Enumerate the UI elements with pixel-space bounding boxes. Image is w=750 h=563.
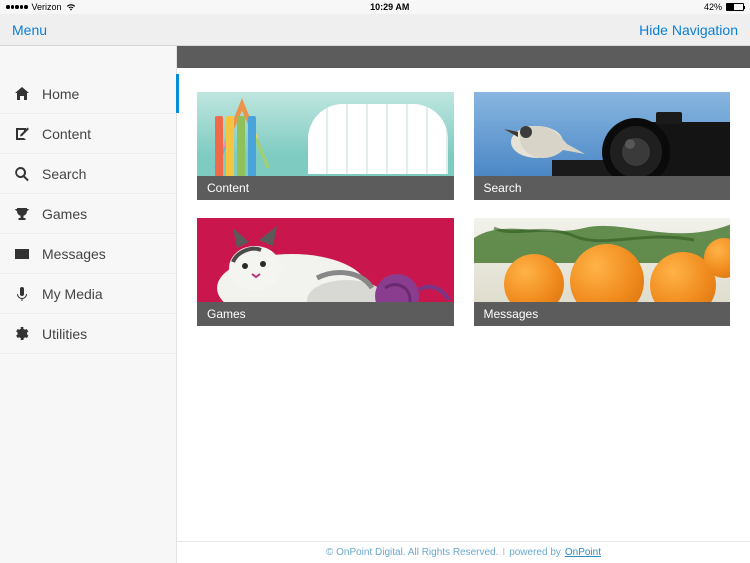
powered-by-text: powered by xyxy=(509,547,561,558)
home-icon xyxy=(14,86,30,102)
tiles-grid: Content xyxy=(177,68,750,350)
trophy-icon xyxy=(14,206,30,222)
search-icon xyxy=(14,166,30,182)
sidebar-item-my-media[interactable]: My Media xyxy=(0,274,176,314)
sidebar-item-label: Home xyxy=(42,86,79,102)
copyright-text: © OnPoint Digital. All Rights Reserved. xyxy=(326,547,498,558)
sidebar-item-label: Content xyxy=(42,126,91,142)
hide-navigation-button[interactable]: Hide Navigation xyxy=(639,22,738,38)
pencils-graphic xyxy=(215,116,256,176)
sidebar-item-label: Utilities xyxy=(42,326,87,342)
sidebar-item-home[interactable]: Home xyxy=(0,74,176,114)
brand-link[interactable]: OnPoint xyxy=(565,547,601,558)
battery-pct: 42% xyxy=(704,2,722,12)
edit-icon xyxy=(14,126,30,142)
tile-caption: Content xyxy=(197,176,454,200)
tile-games[interactable]: Games xyxy=(197,218,454,326)
sidebar-item-utilities[interactable]: Utilities xyxy=(0,314,176,354)
status-bar: Verizon 10:29 AM 42% xyxy=(0,0,750,14)
envelope-icon xyxy=(14,246,30,262)
tile-caption: Search xyxy=(474,176,731,200)
tile-search[interactable]: Search xyxy=(474,92,731,200)
sidebar: Home Content Search Games Messages My Me… xyxy=(0,46,177,563)
signal-icon xyxy=(6,5,28,9)
status-left: Verizon xyxy=(6,2,76,12)
tile-content[interactable]: Content xyxy=(197,92,454,200)
tile-caption: Games xyxy=(197,302,454,326)
footer-separator: I xyxy=(502,547,505,558)
sidebar-item-games[interactable]: Games xyxy=(0,194,176,234)
status-time: 10:29 AM xyxy=(76,2,704,12)
sidebar-item-search[interactable]: Search xyxy=(0,154,176,194)
sidebar-item-label: My Media xyxy=(42,286,103,302)
menu-button[interactable]: Menu xyxy=(12,22,47,38)
tile-messages[interactable]: Messages xyxy=(474,218,731,326)
carrier-label: Verizon xyxy=(32,2,62,12)
mic-icon xyxy=(14,286,30,302)
gear-icon xyxy=(14,326,30,342)
sidebar-item-label: Messages xyxy=(42,246,106,262)
wifi-icon xyxy=(66,3,76,11)
nav-bar: Menu Hide Navigation xyxy=(0,14,750,46)
status-right: 42% xyxy=(704,2,744,12)
footer: © OnPoint Digital. All Rights Reserved. … xyxy=(177,541,750,563)
sidebar-item-content[interactable]: Content xyxy=(0,114,176,154)
sidebar-item-label: Games xyxy=(42,206,87,222)
header-strip xyxy=(177,46,750,68)
battery-icon xyxy=(726,3,744,11)
main-panel: Content xyxy=(177,46,750,563)
tile-caption: Messages xyxy=(474,302,731,326)
sidebar-item-messages[interactable]: Messages xyxy=(0,234,176,274)
sidebar-item-label: Search xyxy=(42,166,86,182)
